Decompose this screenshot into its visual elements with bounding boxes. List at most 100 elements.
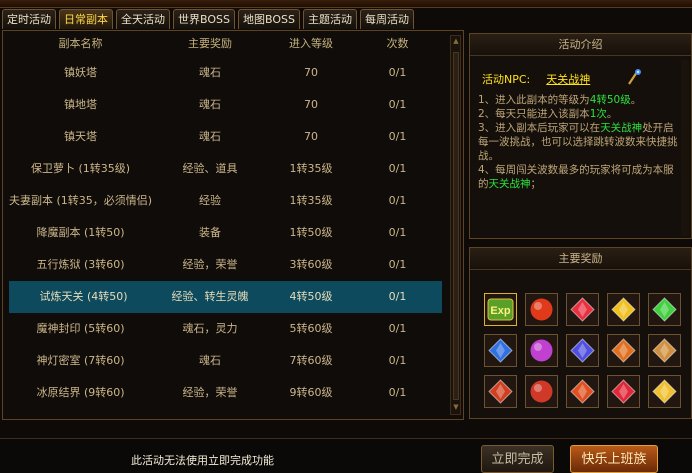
reward-slot[interactable] (607, 334, 640, 367)
happy-worker-button[interactable]: 快乐上班族 (570, 445, 658, 473)
header-dungeon-name: 副本名称 (58, 37, 103, 50)
intro-description: 1、进入此副本的等级为4转50级。 2、每天只能进入该副本1次。 3、进入副本后… (478, 93, 678, 191)
reward-grid: Exp (484, 293, 681, 408)
rewards-title: 主要奖励 (470, 248, 691, 270)
tab-map-boss[interactable]: 地图BOSS (237, 9, 300, 29)
reward-slot[interactable] (525, 334, 558, 367)
cell-dungeon-name: 镇天塔 (64, 130, 97, 143)
cell-attempts: 0/1 (388, 98, 407, 111)
cell-main-reward: 经验，荣誉 (182, 386, 238, 399)
cell-attempts: 0/1 (388, 290, 407, 303)
cell-attempts: 0/1 (388, 66, 407, 79)
cell-dungeon-name: 五行炼狱 (3转60) (36, 258, 125, 271)
npc-line: 活动NPC: 天关战神 (482, 71, 590, 87)
cell-main-reward: 魂石，灵力 (182, 322, 238, 335)
cell-main-reward: 魂石 (199, 98, 221, 111)
cell-dungeon-name: 镇地塔 (64, 98, 97, 111)
tab-weekly-events[interactable]: 每周活动 (359, 9, 414, 29)
reward-slot[interactable] (525, 293, 558, 326)
table-row[interactable]: 魔神封印 (5转60) 魂石，灵力 5转60级 0/1 (3, 313, 449, 345)
cell-attempts: 0/1 (388, 130, 407, 143)
reward-slot[interactable] (566, 334, 599, 367)
intro-line-4: 4、每周闯关波数最多的玩家将可成为本服的天关战神； (478, 164, 674, 190)
scroll-down-arrow-icon[interactable]: ▼ (452, 403, 460, 413)
cell-attempts: 0/1 (388, 258, 407, 271)
cell-main-reward: 经验、道具 (182, 162, 238, 175)
npc-label: 活动NPC: (482, 73, 531, 86)
table-row[interactable]: 夫妻副本 (1转35，必须情侣) 经验 1转35级 0/1 (3, 185, 449, 217)
tab-daily-dungeons[interactable]: 日常副本 (59, 9, 113, 29)
footer-notice: 此活动无法使用立即完成功能 (131, 454, 274, 467)
intro-line-3: 3、进入副本后玩家可以在天关战神处开启每一波挑战，也可以选择跳转波数来快捷挑战。 (478, 122, 678, 162)
reward-slot[interactable] (484, 375, 517, 408)
reward-slot[interactable] (484, 334, 517, 367)
cell-attempts: 0/1 (388, 322, 407, 335)
table-row[interactable]: 五行炼狱 (3转60) 经验，荣誉 3转60级 0/1 (3, 249, 449, 281)
reward-slot[interactable] (525, 375, 558, 408)
cell-dungeon-name: 夫妻副本 (1转35，必须情侣) (8, 194, 153, 207)
cell-main-reward: 经验 (199, 194, 221, 207)
exp-label: Exp (490, 305, 510, 317)
intro-line-2: 2、每天只能进入该副本1次。 (478, 108, 618, 120)
tab-theme-events[interactable]: 主题活动 (302, 9, 357, 29)
reward-slot[interactable] (607, 375, 640, 408)
header-main-reward: 主要奖励 (188, 37, 232, 50)
intro-title: 活动介绍 (470, 34, 691, 56)
reward-slot[interactable] (607, 293, 640, 326)
tab-timed-events[interactable]: 定时活动 (2, 9, 56, 29)
reward-slot[interactable] (648, 293, 681, 326)
cell-dungeon-name: 镇妖塔 (64, 66, 97, 79)
tab-world-boss[interactable]: 世界BOSS (173, 9, 235, 29)
tab-allday-events[interactable]: 全天活动 (116, 9, 170, 29)
table-row[interactable]: 镇天塔 魂石 70 0/1 (3, 121, 449, 153)
reward-slot[interactable] (566, 375, 599, 408)
cell-attempts: 0/1 (388, 194, 407, 207)
cell-attempts: 0/1 (388, 226, 407, 239)
table-row[interactable]: 镇妖塔 魂石 70 0/1 (3, 57, 449, 89)
table-row[interactable]: 镇地塔 魂石 70 0/1 (3, 89, 449, 121)
table-row[interactable]: 试炼天关 (4转50) 经验、转生灵魄 4转50级 0/1 (9, 281, 442, 313)
complete-now-button[interactable]: 立即完成 (481, 445, 554, 473)
cell-dungeon-name: 降魔副本 (1转50) (36, 226, 125, 239)
category-tabs: 定时活动 日常副本 全天活动 世界BOSS 地图BOSS 主题活动 每周活动 (0, 9, 692, 30)
blue-crystal-icon (488, 338, 513, 363)
cell-main-reward: 魂石 (199, 354, 221, 367)
cell-entry-level: 3转60级 (289, 258, 333, 271)
orange-rune-icon (611, 338, 636, 363)
red-diamond-icon (611, 379, 636, 404)
teleport-wand-icon[interactable] (626, 68, 642, 86)
table-row[interactable]: 冰原结界 (9转60) 经验，荣誉 9转60级 0/1 (3, 377, 449, 409)
cell-dungeon-name: 保卫萝卜 (1转35级) (30, 162, 131, 175)
cell-entry-level: 70 (304, 66, 318, 79)
cell-entry-level: 70 (304, 130, 318, 143)
intro-scrollbar[interactable] (681, 60, 689, 236)
cell-dungeon-name: 魔神封印 (5转60) (36, 322, 125, 335)
yellow-gem-icon (611, 297, 636, 322)
reward-slot[interactable] (648, 375, 681, 408)
dungeon-rows: 镇妖塔 魂石 70 0/1 镇地塔 魂石 70 0/1 镇天塔 魂石 70 0/1 保卫萝卜 (1转35… (3, 57, 449, 409)
scroll-up-arrow-icon[interactable]: ▲ (452, 37, 460, 47)
fire-rune-icon (570, 379, 595, 404)
intro-line-1: 1、进入此副本的等级为4转50级。 (478, 94, 642, 106)
red-orb-icon (530, 298, 553, 321)
green-gem-icon (652, 297, 677, 322)
reward-slot[interactable] (648, 334, 681, 367)
cell-main-reward: 经验，荣誉 (182, 258, 238, 271)
reward-slot[interactable]: Exp (484, 293, 517, 326)
npc-name-link[interactable]: 天关战神 (546, 73, 590, 86)
cell-entry-level: 9转60级 (289, 386, 333, 399)
scroll-icon (652, 338, 677, 363)
cell-main-reward: 装备 (199, 226, 221, 239)
table-row[interactable]: 神灯密室 (7转60) 魂石 7转60级 0/1 (3, 345, 449, 377)
cell-entry-level: 5转60级 (289, 322, 333, 335)
cell-entry-level: 1转50级 (289, 226, 333, 239)
reward-slot[interactable] (566, 293, 599, 326)
cell-entry-level: 1转35级 (289, 162, 333, 175)
table-row[interactable]: 降魔副本 (1转50) 装备 1转50级 0/1 (3, 217, 449, 249)
header-attempts: 次数 (386, 37, 409, 50)
table-row[interactable]: 保卫萝卜 (1转35级) 经验、道具 1转35级 0/1 (3, 153, 449, 185)
scroll-thumb[interactable] (453, 52, 459, 400)
list-scrollbar[interactable]: ▲ ▼ (450, 35, 461, 415)
cell-dungeon-name: 冰原结界 (9转60) (36, 386, 125, 399)
cell-dungeon-name: 试炼天关 (4转50) (39, 290, 128, 303)
